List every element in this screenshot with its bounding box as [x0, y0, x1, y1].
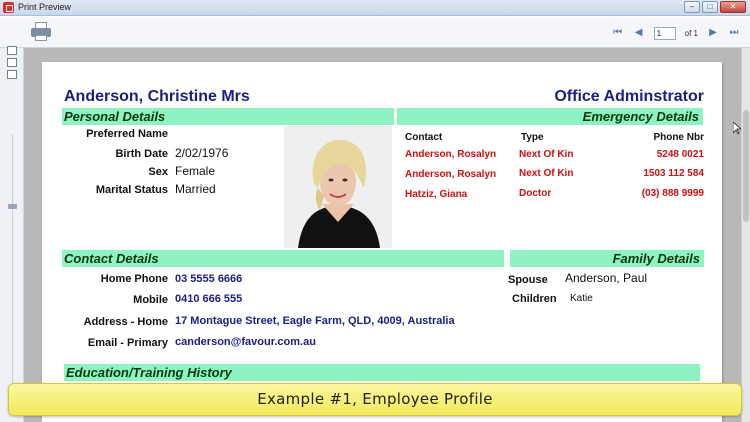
address-value: 17 Montague Street, Eagle Farm, QLD, 400…: [175, 315, 455, 327]
zoom-slider-track: [12, 134, 13, 394]
caption-banner: Example #1, Employee Profile: [8, 383, 742, 416]
minimize-button[interactable]: –: [684, 1, 700, 13]
maximize-button[interactable]: □: [702, 1, 718, 13]
family-details-heading: Family Details: [510, 250, 704, 267]
report-page: Anderson, Christine Mrs Office Adminstra…: [42, 62, 722, 422]
emergency-col-type: Type: [521, 132, 544, 143]
emergency-type: Next Of Kin: [519, 149, 574, 160]
home-phone-label: Home Phone: [100, 273, 168, 285]
window-controls: – □ ✕: [684, 1, 746, 13]
zoom-page-icon[interactable]: [7, 46, 17, 55]
personal-details-heading: Personal Details: [62, 108, 394, 125]
home-phone-value: 03 5555 6666: [175, 273, 243, 285]
cursor-icon: [733, 122, 741, 134]
emergency-col-contact: Contact: [405, 132, 443, 143]
mobile-value: 0410 666 555: [175, 293, 243, 305]
emergency-phone: 1503 112 584: [643, 168, 704, 179]
last-page-icon[interactable]: ⏭: [728, 27, 740, 39]
sex-label: Sex: [148, 166, 168, 178]
zoom-sidebar: [0, 46, 24, 422]
email-label: Email - Primary: [87, 337, 168, 349]
emergency-contact: Anderson, Rosalyn: [405, 169, 497, 180]
marital-status-label: Marital Status: [95, 184, 168, 196]
address-label: Address - Home: [83, 316, 168, 328]
employee-name: Anderson, Christine Mrs: [64, 88, 250, 105]
vertical-scrollbar[interactable]: [741, 48, 750, 422]
emergency-contact: Hatziz, Giana: [405, 189, 468, 200]
emergency-phone: (03) 888 9999: [641, 188, 704, 199]
fit-height-icon[interactable]: [7, 70, 17, 79]
contact-details-heading: Contact Details: [62, 250, 504, 267]
close-button[interactable]: ✕: [720, 1, 746, 13]
window-titlebar: Print Preview – □ ✕: [0, 0, 750, 16]
employee-photo: [284, 126, 392, 248]
first-page-icon[interactable]: ⏮: [612, 27, 624, 39]
sex-value: Female: [175, 164, 216, 178]
scrollbar-thumb[interactable]: [743, 110, 749, 222]
app-icon: [3, 2, 14, 13]
page-number-input[interactable]: [653, 26, 676, 40]
emergency-phone: 5248 0021: [656, 149, 704, 160]
marital-status-value: Married: [175, 182, 216, 196]
education-heading: Education/Training History: [64, 364, 700, 381]
mobile-label: Mobile: [133, 294, 168, 306]
emergency-type: Next Of Kin: [519, 168, 574, 179]
next-page-icon[interactable]: ▶: [707, 27, 719, 39]
birth-date-value: 2/02/1976: [175, 146, 229, 160]
emergency-type: Doctor: [519, 188, 552, 199]
page-navigation: ⏮ ◀ of 1 ▶ ⏭: [612, 25, 740, 41]
children-label: Children: [512, 293, 557, 305]
spouse-label: Spouse: [508, 274, 548, 286]
job-title: Office Adminstrator: [554, 88, 704, 105]
page-count: of 1: [684, 28, 698, 38]
spouse-value: Anderson, Paul: [565, 271, 648, 285]
emergency-details-heading: Emergency Details: [397, 108, 703, 125]
emergency-contact: Anderson, Rosalyn: [405, 149, 497, 160]
zoom-slider-thumb[interactable]: [8, 204, 17, 209]
preferred-name-label: Preferred Name: [86, 128, 168, 140]
birth-date-label: Birth Date: [115, 148, 168, 160]
email-value: canderson@favour.com.au: [175, 336, 316, 348]
window-title: Print Preview: [18, 2, 72, 12]
toolbar: ⏮ ◀ of 1 ▶ ⏭: [0, 17, 750, 48]
children-value: Katie: [570, 293, 593, 304]
fit-width-icon[interactable]: [7, 58, 17, 67]
prev-page-icon[interactable]: ◀: [633, 27, 645, 39]
emergency-col-phone: Phone Nbr: [653, 132, 704, 143]
printer-icon[interactable]: [30, 21, 52, 41]
